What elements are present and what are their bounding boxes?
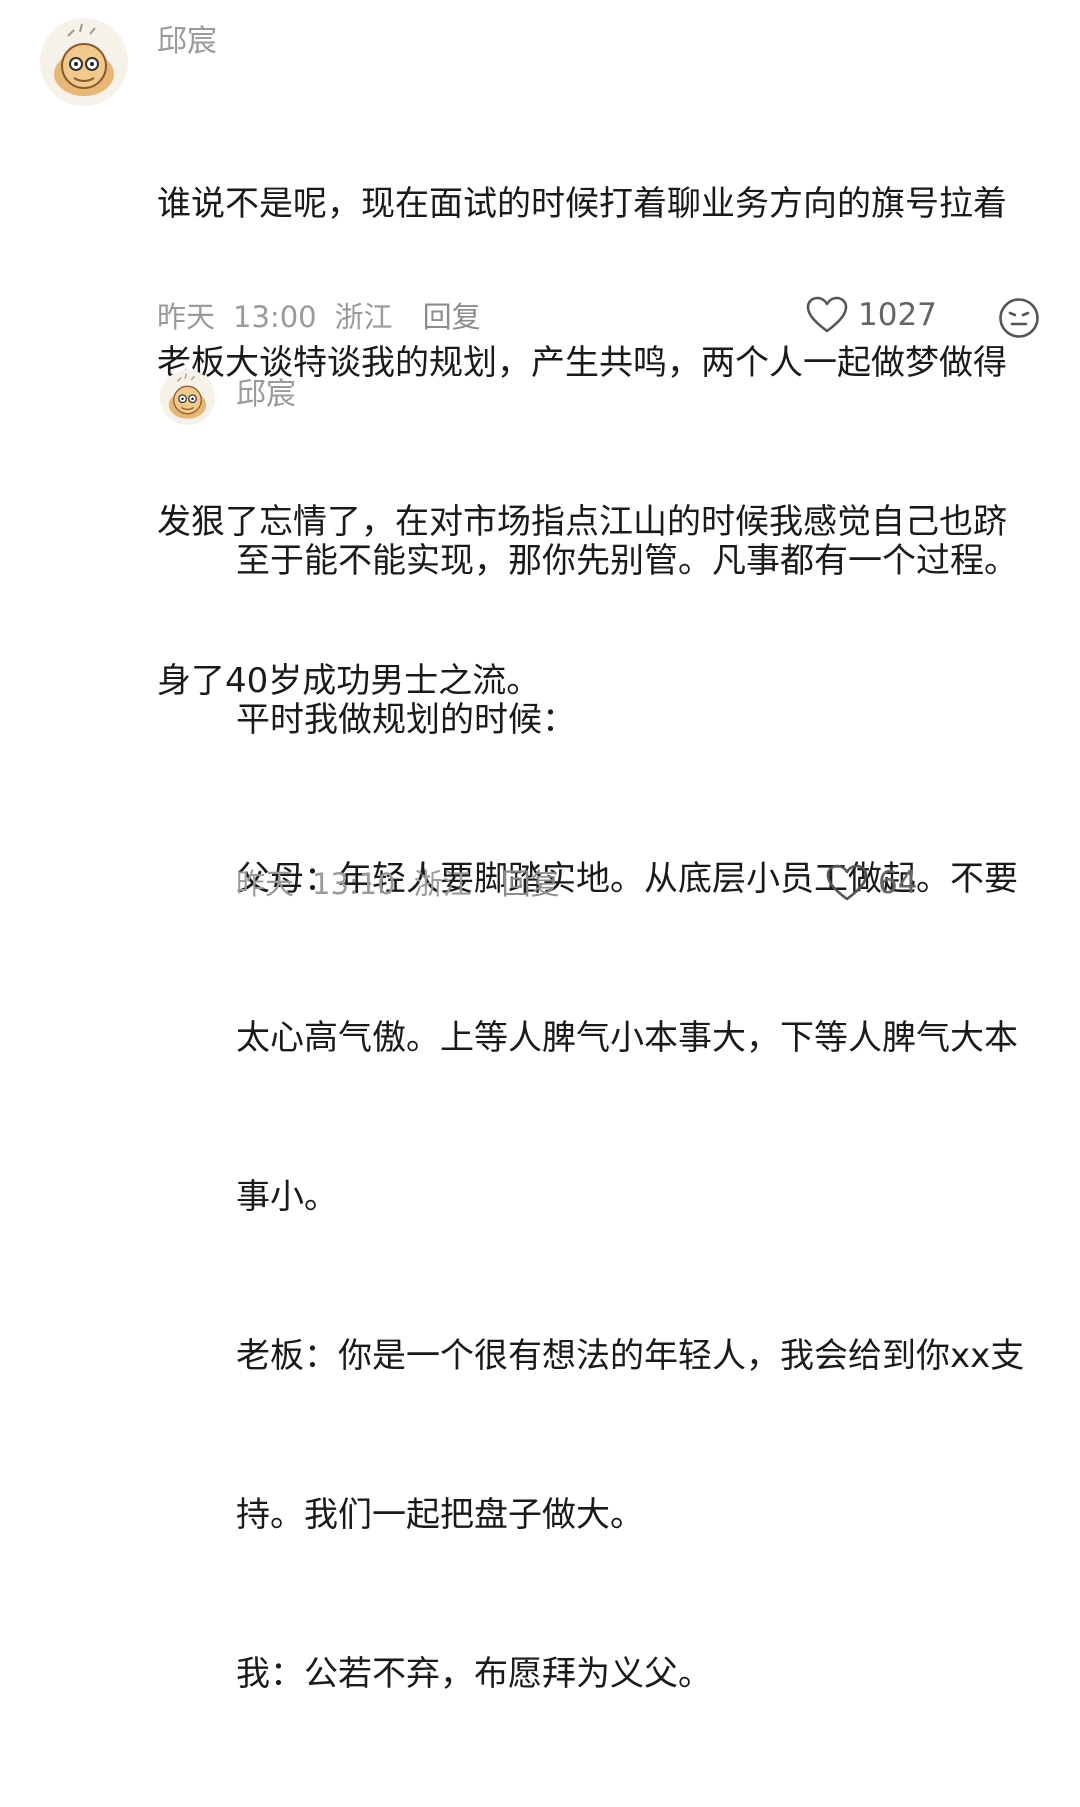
comment-date: 昨天 — [236, 867, 295, 901]
comment-location: 浙江 — [334, 300, 393, 334]
like-count: 1027 — [858, 297, 937, 333]
comment-line: 谁说不是呢，现在面试的时候打着聊业务方向的旗号拉着 — [157, 184, 1007, 224]
comment-line: 至于能不能实现，那你先别管。凡事都有一个过程。 — [236, 541, 1018, 581]
emoji-icon — [999, 298, 1039, 338]
comment-meta: 昨天 13:10 浙江 回复 — [236, 864, 578, 904]
reply-button[interactable]: 回复 — [502, 867, 560, 901]
comment-time: 13:10 — [312, 867, 396, 901]
cartoon-avatar-icon — [160, 370, 215, 425]
avatar[interactable] — [40, 18, 128, 106]
comment-meta: 昨天 13:00 浙江 回复 — [157, 297, 499, 337]
comment-line: 持。我们一起把盘子做大。 — [236, 1495, 644, 1535]
like-count: 64 — [878, 865, 918, 901]
like-button[interactable]: 64 — [826, 864, 917, 902]
reply-button[interactable]: 回复 — [423, 300, 481, 334]
comment-line: 太心高气傲。上等人脾气小本事大，下等人脾气大本 — [236, 1018, 1018, 1058]
comment-location: 浙江 — [413, 867, 472, 901]
comment-line: 事小。 — [236, 1177, 338, 1217]
comment-time: 13:00 — [233, 300, 317, 334]
comment-text: 至于能不能实现，那你先别管。凡事都有一个过程。 平时我做规划的时候： 父母：年轻… — [236, 429, 1056, 1807]
like-button[interactable]: 1027 — [806, 296, 937, 334]
comment-line: 老板：你是一个很有想法的年轻人，我会给到你xx支 — [236, 1336, 1025, 1376]
comment-date: 昨天 — [157, 300, 216, 334]
username[interactable]: 邱宸 — [236, 375, 296, 415]
username[interactable]: 邱宸 — [157, 22, 217, 62]
avatar[interactable] — [160, 370, 215, 425]
emoji-reaction-button[interactable] — [998, 297, 1040, 343]
heart-icon — [826, 864, 868, 901]
comment-line: 我：公若不弃，布愿拜为义父。 — [236, 1654, 712, 1694]
cartoon-avatar-icon — [40, 18, 128, 106]
heart-icon — [806, 296, 848, 333]
comment-line: 平时我做规划的时候： — [236, 700, 576, 740]
